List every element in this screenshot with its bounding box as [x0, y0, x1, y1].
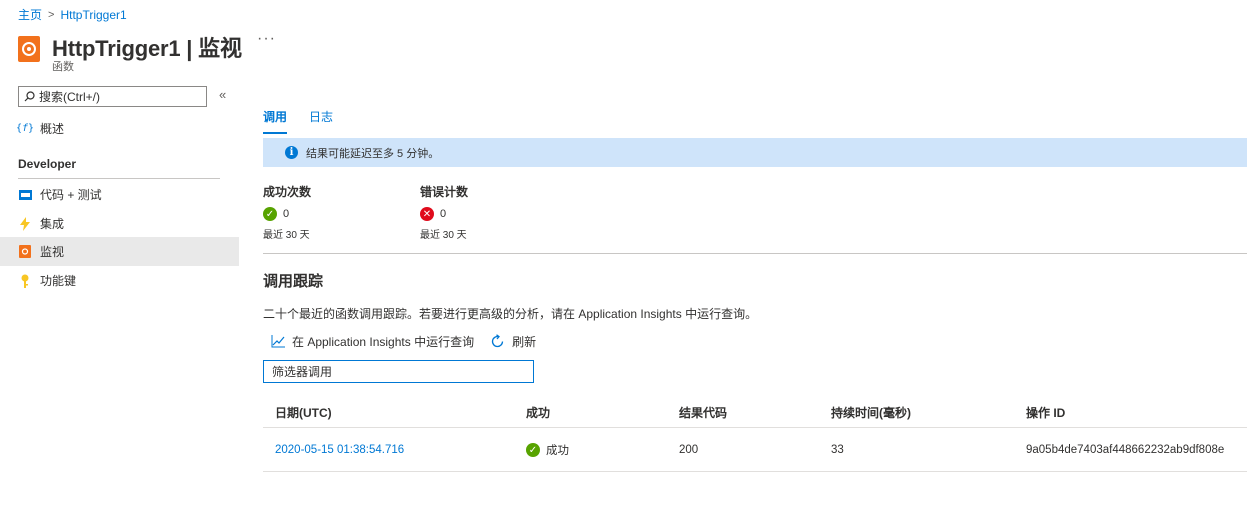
stat-label: 错误计数 — [420, 185, 469, 199]
duration-cell: 33 — [831, 444, 844, 456]
sidebar-item-label: 代码 + 测试 — [40, 188, 102, 202]
column-header-result-code[interactable]: 结果代码 — [679, 398, 727, 427]
stat-period: 最近 30 天 — [420, 230, 467, 241]
banner-text: 结果可能延迟至多 5 分钟。 — [306, 147, 440, 160]
command-bar: 在 Application Insights 中运行查询 刷新 — [271, 333, 536, 350]
invocation-date-link[interactable]: 2020-05-15 01:38:54.716 — [275, 429, 404, 471]
success-text: 成功 — [546, 445, 569, 457]
tab-invocations[interactable]: 调用 — [263, 108, 288, 134]
run-query-label: 在 Application Insights 中运行查询 — [292, 335, 475, 349]
section-title: 调用跟踪 — [263, 273, 324, 290]
divider — [18, 178, 220, 179]
breadcrumb-home-link[interactable]: 主页 — [18, 6, 42, 23]
sidebar-item-monitor[interactable]: 监视 — [0, 237, 239, 266]
sidebar-item-label: 集成 — [40, 217, 65, 231]
success-check-icon: ✓ — [526, 443, 540, 457]
sidebar-item-overview[interactable]: {f} 概述 — [0, 114, 239, 143]
key-icon — [18, 274, 32, 288]
search-placeholder: 搜索(Ctrl+/) — [39, 90, 100, 104]
stat-value: 0 — [440, 208, 447, 220]
sidebar-item-integration[interactable]: 集成 — [0, 209, 239, 238]
sidebar-item-label: 监视 — [40, 245, 65, 259]
chevron-right-icon: > — [48, 8, 55, 21]
sidebar-section-developer: Developer — [18, 157, 77, 171]
collapse-sidebar-icon[interactable]: « — [219, 87, 226, 102]
chart-line-icon — [271, 335, 285, 348]
code-test-icon — [18, 188, 32, 202]
table-row: 2020-05-15 01:38:54.716 ✓ 成功 200 33 9a05… — [263, 429, 1247, 472]
sidebar-item-label: 功能键 — [40, 274, 77, 288]
sidebar-item-function-keys[interactable]: 功能键 — [0, 266, 239, 295]
column-header-operation-id[interactable]: 操作 ID — [1026, 398, 1065, 427]
info-banner: i 结果可能延迟至多 5 分钟。 — [263, 138, 1247, 167]
table-header: 日期(UTC) 成功 结果代码 持续时间(毫秒) 操作 ID — [263, 398, 1247, 428]
column-header-duration[interactable]: 持续时间(毫秒) — [831, 398, 911, 427]
success-check-icon: ✓ — [263, 207, 277, 221]
result-code-cell: 200 — [679, 444, 699, 456]
column-header-date[interactable]: 日期(UTC) — [275, 398, 332, 427]
sidebar-item-code-test[interactable]: 代码 + 测试 — [0, 180, 239, 209]
filter-invocations-input[interactable]: 筛选器调用 — [263, 360, 534, 383]
stat-period: 最近 30 天 — [263, 230, 310, 241]
divider — [263, 253, 1247, 254]
monitor-icon — [18, 245, 32, 259]
filter-placeholder: 筛选器调用 — [272, 365, 333, 379]
page-subtitle: 函数 — [52, 61, 74, 73]
info-icon: i — [285, 146, 298, 159]
operation-id-cell: 9a05b4de7403af448662232ab9df808e — [1026, 444, 1225, 456]
success-count-stat: 成功次数 ✓ 0 最近 30 天 — [263, 183, 311, 241]
refresh-button[interactable]: 刷新 — [490, 333, 536, 350]
refresh-label: 刷新 — [512, 335, 537, 349]
success-cell: ✓ 成功 — [526, 429, 569, 471]
search-icon — [24, 91, 35, 102]
sidebar-item-label: 概述 — [40, 122, 65, 136]
function-app-icon — [18, 36, 40, 62]
function-overview-icon: {f} — [15, 123, 35, 134]
run-query-button[interactable]: 在 Application Insights 中运行查询 — [271, 333, 474, 350]
breadcrumb: 主页 > HttpTrigger1 — [18, 6, 127, 23]
sidebar-search-input[interactable]: 搜索(Ctrl+/) — [18, 86, 207, 107]
column-header-success[interactable]: 成功 — [526, 398, 550, 427]
tab-bar: 调用 日志 — [263, 108, 333, 134]
error-x-icon: ✕ — [420, 207, 434, 221]
more-options-icon[interactable]: ··· — [257, 30, 276, 48]
lightning-icon — [18, 216, 32, 231]
section-description: 二十个最近的函数调用跟踪。若要进行更高级的分析，请在 Application I… — [263, 307, 758, 321]
error-count-stat: 错误计数 ✕ 0 最近 30 天 — [420, 183, 468, 241]
stat-label: 成功次数 — [263, 185, 312, 199]
page-title: HttpTrigger1 | 监视 — [52, 36, 242, 61]
stat-value: 0 — [283, 208, 290, 220]
breadcrumb-current-link[interactable]: HttpTrigger1 — [60, 8, 126, 22]
tab-logs[interactable]: 日志 — [309, 108, 333, 134]
refresh-icon — [491, 334, 504, 348]
